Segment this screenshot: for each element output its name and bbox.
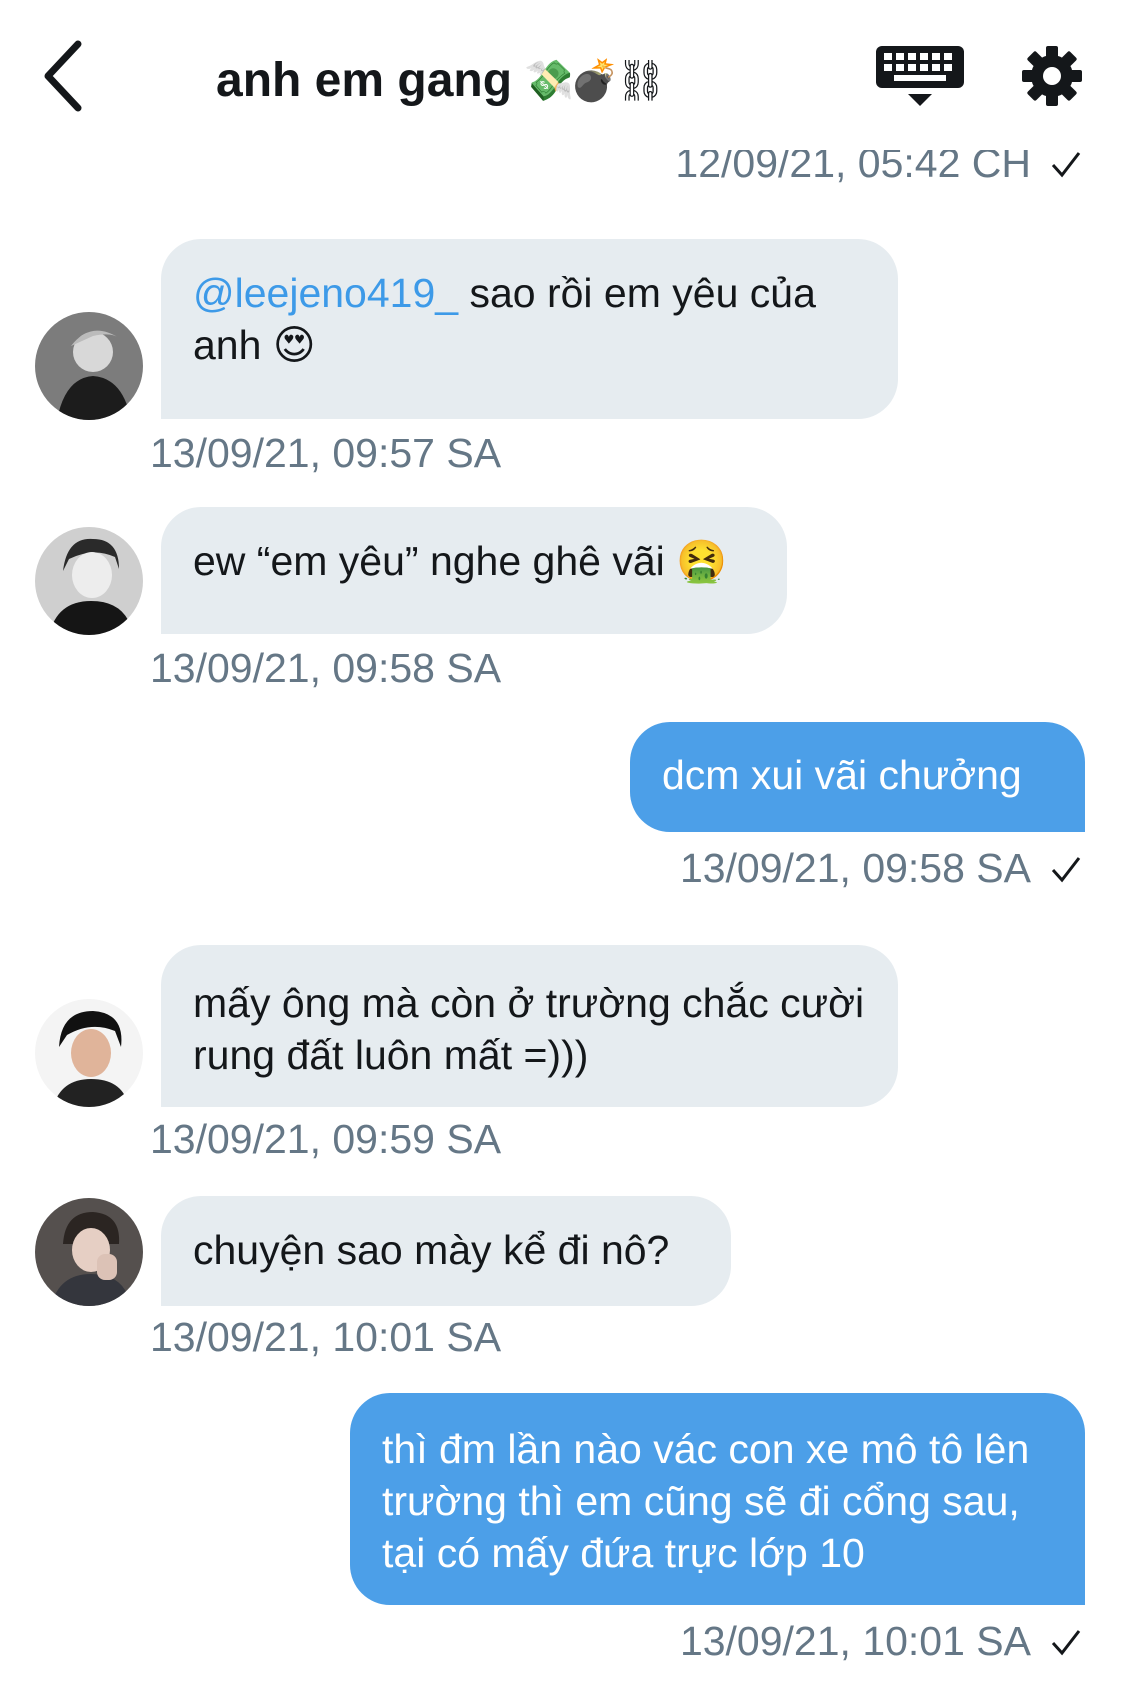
message-text: mấy ông mà còn ở trường chắc cười rung đ… [193,980,865,1078]
chat-title: anh em gang 💸💣⛓ [216,45,666,115]
avatar[interactable] [35,312,143,420]
avatar[interactable] [35,1198,143,1306]
message-bubble-incoming[interactable]: mấy ông mà còn ở trường chắc cười rung đ… [161,945,898,1107]
message-bubble-outgoing[interactable]: thì đm lần nào vác con xe mô tô lên trườ… [350,1393,1085,1605]
keyboard-toggle-button[interactable] [872,44,968,110]
chevron-left-icon [44,40,82,112]
chat-title-text: anh em gang [216,53,513,107]
heart-eyes-emoji: 😍 [272,321,316,369]
message-text: dcm xui vãi chưởng [662,752,1022,798]
avatar[interactable] [35,999,143,1107]
timestamp: 13/09/21, 10:01 SA [150,1314,501,1361]
check-icon [1051,151,1081,177]
settings-button[interactable] [1020,44,1084,108]
check-icon [1051,1629,1081,1655]
user-avatar-icon [35,527,143,635]
user-avatar-icon [35,999,143,1107]
vomiting-face-emoji: 🤮 [676,537,728,585]
user-avatar-icon [35,312,143,420]
timestamp-text: 13/09/21, 09:58 SA [150,645,502,691]
check-icon [1051,856,1081,882]
user-avatar-icon [35,1198,143,1306]
gear-icon [1022,46,1082,106]
timestamp: 13/09/21, 09:57 SA [150,430,501,477]
timestamp-text: 13/09/21, 10:01 SA [679,1618,1031,1664]
timestamp: 13/09/21, 09:58 SA [150,645,501,692]
message-bubble-incoming[interactable]: @leejeno419_ sao rồi em yêu của anh 😍 [161,239,898,419]
message-bubble-outgoing[interactable]: dcm xui vãi chưởng [630,722,1085,832]
chat-title-emojis: 💸💣⛓ [524,57,666,104]
timestamp-text: 13/09/21, 09:57 SA [150,430,502,476]
chat-header: anh em gang 💸💣⛓ [0,0,1125,150]
timestamp-text: 13/09/21, 10:01 SA [150,1314,502,1360]
timestamp: 13/09/21, 09:58 SA [680,845,1083,892]
timestamp-text: 13/09/21, 09:59 SA [150,1116,502,1162]
message-text: ew “em yêu” nghe ghê vãi [193,538,665,584]
message-bubble-incoming[interactable]: chuyện sao mày kể đi nô? [161,1196,731,1306]
message-text: chuyện sao mày kể đi nô? [193,1227,670,1273]
keyboard-icon [876,46,964,106]
timestamp: 13/09/21, 10:01 SA [680,1618,1083,1665]
back-button[interactable] [38,38,98,114]
timestamp: 13/09/21, 09:59 SA [150,1116,501,1163]
message-bubble-incoming[interactable]: ew “em yêu” nghe ghê vãi 🤮 [161,507,787,634]
user-mention-link[interactable]: @leejeno419_ [193,270,458,316]
timestamp-text: 13/09/21, 09:58 SA [679,845,1031,891]
avatar[interactable] [35,527,143,635]
message-text: thì đm lần nào vác con xe mô tô lên trườ… [382,1426,1030,1576]
